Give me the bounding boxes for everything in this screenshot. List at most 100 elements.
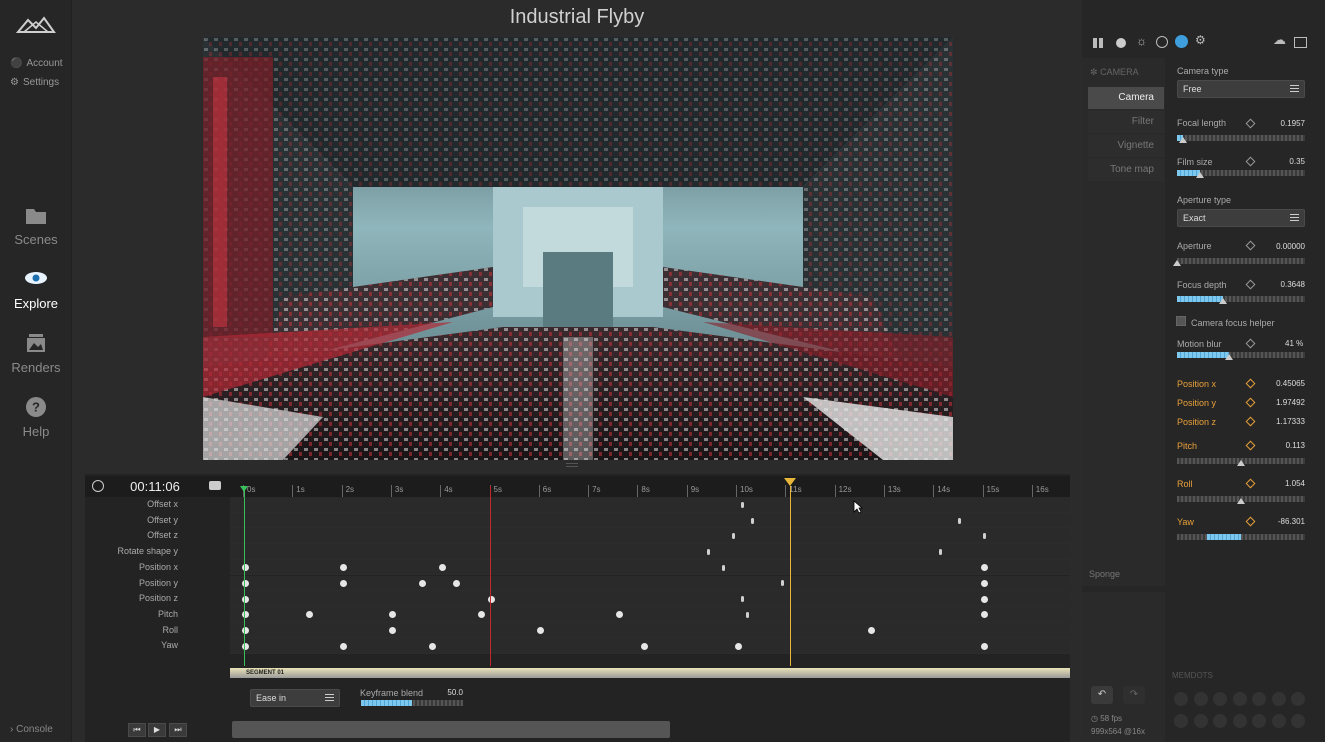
keyframe-dot[interactable]	[340, 642, 348, 650]
keyframe-dot[interactable]	[418, 579, 426, 587]
tab-camera[interactable]: Camera	[1088, 87, 1164, 109]
yaw-slider[interactable]	[1177, 534, 1305, 540]
camera-snapshot-icon[interactable]	[209, 481, 221, 490]
nav-renders[interactable]: Renders	[0, 332, 72, 375]
keyframe-dot[interactable]	[340, 579, 348, 587]
tab-tone-map[interactable]: Tone map	[1088, 159, 1164, 181]
keyframe-dot[interactable]	[981, 595, 988, 603]
memdot-slot[interactable]	[1271, 714, 1286, 728]
keyframe-dot[interactable]	[780, 580, 784, 587]
keyframe-dot[interactable]	[241, 564, 249, 572]
camera-type-dropdown[interactable]: Free	[1177, 80, 1305, 98]
keyframe-dot[interactable]	[640, 642, 648, 650]
roll-slider-thumb[interactable]	[1237, 498, 1245, 504]
tab-filter[interactable]: Filter	[1088, 111, 1164, 133]
memdot-slot[interactable]	[1174, 692, 1188, 706]
sun-icon[interactable]: ☼	[1136, 34, 1148, 48]
keyframe-dot[interactable]	[981, 579, 988, 587]
position-y-value[interactable]: 1.97492	[1276, 398, 1305, 407]
settings-link[interactable]: ⚙ Settings	[10, 77, 59, 88]
keyframe-dot[interactable]	[731, 533, 735, 540]
slider-thumb[interactable]	[1225, 354, 1234, 360]
keyframe-dot[interactable]	[721, 564, 725, 571]
skip-forward-button[interactable]: ⏭	[169, 723, 187, 737]
film-size-slider[interactable]	[1177, 170, 1305, 178]
grid-icon[interactable]	[1093, 38, 1103, 48]
keyframe-dot[interactable]	[706, 548, 710, 555]
play-button[interactable]: ▶	[148, 723, 166, 737]
nav-scenes[interactable]: Scenes	[0, 204, 72, 247]
track-row[interactable]	[230, 528, 1070, 545]
keyframe-dot[interactable]	[958, 517, 962, 524]
resize-handle[interactable]	[566, 463, 578, 467]
memdot-slot[interactable]	[1213, 692, 1227, 706]
memdot-slot[interactable]	[1232, 714, 1247, 728]
keyframe-dot[interactable]	[438, 564, 446, 572]
keyframe-dot[interactable]	[983, 533, 986, 540]
start-marker[interactable]	[240, 486, 248, 492]
keyframe-dot[interactable]	[428, 642, 436, 650]
sphere-icon[interactable]	[1116, 38, 1126, 48]
memdot-slot[interactable]	[1174, 714, 1188, 728]
keyframe-dot[interactable]	[241, 595, 249, 603]
track-row[interactable]	[230, 497, 1070, 513]
memdot-slot[interactable]	[1252, 692, 1266, 706]
position-x-value[interactable]: 0.45065	[1276, 379, 1305, 388]
segment-bar[interactable]	[230, 668, 1070, 678]
gear-icon[interactable]: ⚙	[1195, 33, 1207, 47]
track-row[interactable]	[230, 559, 1070, 576]
memdot-slot[interactable]	[1193, 714, 1208, 728]
memdot-slot[interactable]	[1252, 714, 1266, 728]
render-viewport[interactable]	[203, 37, 953, 460]
keyframe-dot[interactable]	[938, 548, 942, 555]
memdot-slot[interactable]	[1213, 714, 1227, 728]
slider-thumb[interactable]	[1173, 260, 1181, 266]
memdot-slot[interactable]	[1232, 692, 1247, 706]
skip-back-button[interactable]: ⏮	[128, 723, 146, 737]
camera-focus-helper-checkbox[interactable]	[1176, 316, 1186, 326]
memdot-slot[interactable]	[1291, 714, 1305, 728]
keyframe-dot[interactable]	[305, 611, 313, 619]
track-row[interactable]	[230, 591, 1070, 607]
redo-button[interactable]: ↷	[1123, 686, 1145, 704]
keyframe-dot[interactable]	[241, 642, 249, 650]
nav-help[interactable]: ? Help	[0, 396, 72, 439]
track-row[interactable]	[230, 622, 1070, 639]
easing-dropdown[interactable]: Ease in	[250, 689, 340, 707]
account-link[interactable]: ⚫ Account	[10, 58, 63, 69]
focus-depth-slider[interactable]	[1177, 296, 1305, 304]
keyframe-blend-slider[interactable]	[361, 700, 463, 706]
memdot-slot[interactable]	[1193, 692, 1208, 706]
aperture-slider[interactable]	[1173, 258, 1305, 266]
keyframe-dot[interactable]	[241, 626, 249, 634]
track-row[interactable]	[230, 575, 1070, 592]
keyframe-dot[interactable]	[751, 517, 755, 524]
memdot-slot[interactable]	[1271, 692, 1286, 706]
aperture-type-dropdown[interactable]: Exact	[1177, 209, 1305, 227]
timeline-scrollbar[interactable]	[232, 721, 670, 738]
track-row[interactable]	[230, 638, 1070, 654]
pitch-slider-thumb[interactable]	[1237, 460, 1245, 466]
playhead-handle[interactable]	[784, 478, 797, 486]
nav-explore[interactable]: Explore	[0, 268, 72, 311]
keyframe-dot[interactable]	[981, 642, 988, 650]
track-row[interactable]	[230, 606, 1070, 623]
focal-length-slider[interactable]	[1177, 135, 1305, 143]
export-icon[interactable]	[1294, 37, 1307, 48]
compass-icon[interactable]	[1156, 36, 1168, 48]
keyframe-dot[interactable]	[746, 611, 750, 618]
memdot-slot[interactable]	[1291, 692, 1305, 706]
position-z-value[interactable]: 1.17333	[1276, 417, 1305, 426]
motion-blur-slider[interactable]	[1177, 352, 1305, 360]
console-toggle[interactable]: › Console	[10, 724, 53, 735]
slider-thumb[interactable]	[1196, 172, 1205, 178]
camera-aperture-icon[interactable]	[1175, 35, 1188, 48]
slider-thumb[interactable]	[1219, 298, 1228, 304]
keyframe-dot[interactable]	[241, 611, 249, 619]
keyframe-dot[interactable]	[734, 642, 742, 650]
tab-vignette[interactable]: Vignette	[1088, 135, 1164, 157]
slider-thumb[interactable]	[1179, 137, 1188, 143]
keyframe-dot[interactable]	[867, 626, 875, 634]
cloud-upload-icon[interactable]: ☁	[1273, 32, 1286, 47]
track-row[interactable]	[230, 544, 1070, 560]
